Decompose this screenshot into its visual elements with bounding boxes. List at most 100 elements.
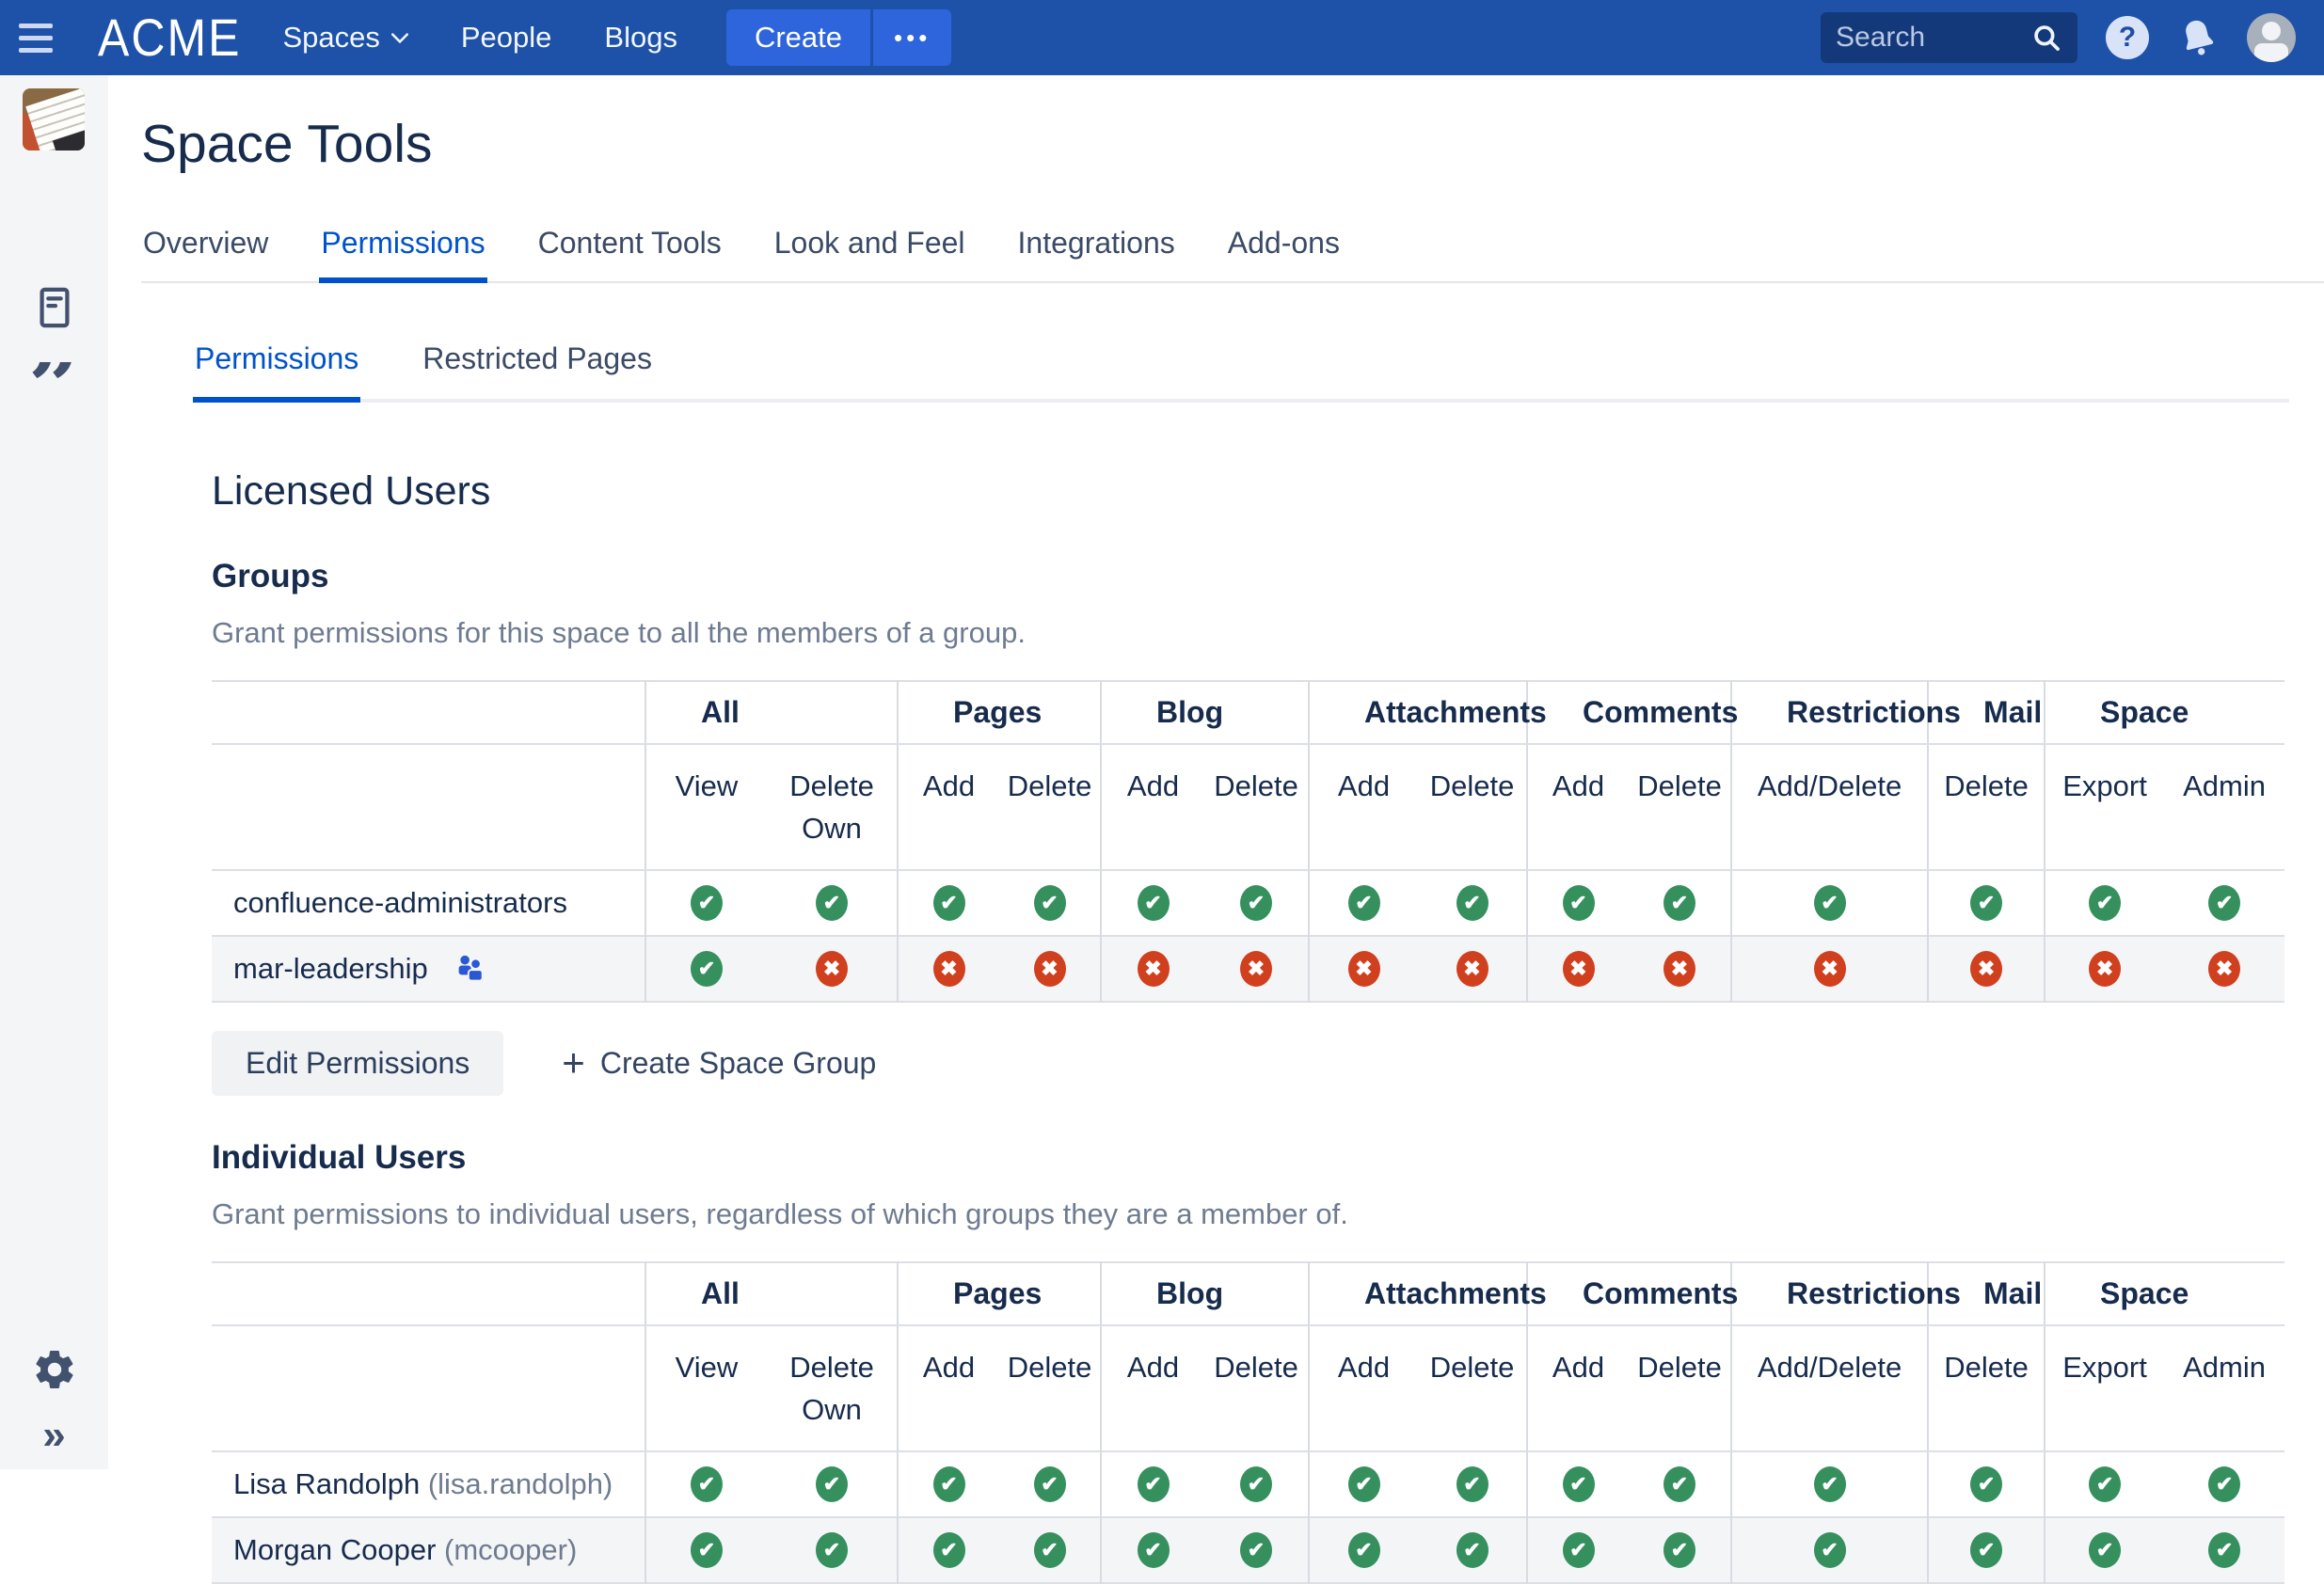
search-icon — [2030, 22, 2062, 54]
column-group-comments: Comments — [1527, 681, 1731, 744]
chevron-down-icon — [391, 33, 408, 43]
column-attachments-delete: Delete — [1418, 1325, 1527, 1451]
permission-granted-icon: ✔ — [1101, 870, 1204, 936]
subtab-restricted-pages[interactable]: Restricted Pages — [421, 338, 654, 399]
nav-links: Spaces People Blogs — [282, 21, 677, 55]
permission-granted-icon: ✔ — [1204, 870, 1309, 936]
pages-icon[interactable] — [0, 284, 108, 331]
table-row: mar-leadership✔✖✖✖✖✖✖✖✖✖✖✖✖✖ — [212, 936, 2284, 1002]
permission-granted-icon: ✔ — [999, 870, 1101, 936]
permission-granted-icon: ✔ — [1418, 1517, 1527, 1583]
column-blog-add: Add — [1101, 744, 1204, 870]
column-pages-add: Add — [898, 1325, 999, 1451]
space-logo-image[interactable] — [23, 88, 85, 150]
row-label: Morgan Cooper (mcooper) — [212, 1517, 645, 1583]
column-comments-add: Add — [1527, 1325, 1629, 1451]
column-group-attachments: Attachments — [1309, 681, 1527, 744]
permission-granted-icon: ✔ — [2164, 870, 2284, 936]
groups-permissions-table: AllPagesBlogAttachmentsCommentsRestricti… — [212, 680, 2284, 1003]
help-icon[interactable]: ? — [2106, 16, 2149, 59]
permission-granted-icon: ✔ — [999, 1451, 1101, 1517]
create-space-group-label: Create Space Group — [600, 1046, 877, 1081]
column-attachments-delete: Delete — [1418, 744, 1527, 870]
row-label: mar-leadership — [212, 936, 645, 1002]
space-settings-gear-icon[interactable] — [0, 1347, 108, 1392]
column-all-delete-own: Delete Own — [767, 1325, 898, 1451]
column-group-attachments: Attachments — [1309, 1262, 1527, 1325]
notifications-bell-icon[interactable] — [2173, 12, 2222, 62]
permission-granted-icon: ✔ — [898, 870, 999, 936]
nav-item-blogs[interactable]: Blogs — [604, 21, 677, 55]
tab-integrations[interactable]: Integrations — [1016, 213, 1177, 281]
column-space-admin: Admin — [2164, 1325, 2284, 1451]
permission-granted-icon: ✔ — [1928, 1451, 2045, 1517]
column-group-comments: Comments — [1527, 1262, 1731, 1325]
users-permissions-table: AllPagesBlogAttachmentsCommentsRestricti… — [212, 1261, 2284, 1584]
column-all-delete-own: Delete Own — [767, 744, 898, 870]
user-avatar[interactable] — [2247, 13, 2296, 62]
expand-sidebar-icon[interactable]: » — [0, 1417, 108, 1454]
permission-denied-icon: ✖ — [767, 936, 898, 1002]
permission-granted-icon: ✔ — [767, 870, 898, 936]
nav-item-people[interactable]: People — [461, 21, 552, 55]
column-blog-add: Add — [1101, 1325, 1204, 1451]
permission-denied-icon: ✖ — [1418, 936, 1527, 1002]
permission-denied-icon: ✖ — [1629, 936, 1731, 1002]
hamburger-menu-icon[interactable] — [0, 0, 72, 75]
tab-look-and-feel[interactable]: Look and Feel — [772, 213, 967, 281]
create-button[interactable]: Create — [726, 9, 870, 66]
subtab-permissions[interactable]: Permissions — [193, 338, 360, 399]
permission-granted-icon: ✔ — [1731, 1451, 1928, 1517]
individual-users-description: Grant permissions to individual users, r… — [212, 1197, 2284, 1231]
permission-denied-icon: ✖ — [1101, 936, 1204, 1002]
edit-permissions-button[interactable]: Edit Permissions — [212, 1031, 503, 1096]
column-all-view: View — [645, 744, 767, 870]
row-label-column-header — [212, 681, 645, 744]
search-box[interactable] — [1821, 12, 2077, 63]
permission-denied-icon: ✖ — [1928, 936, 2045, 1002]
tab-content-tools[interactable]: Content Tools — [536, 213, 724, 281]
row-label: Lisa Randolph (lisa.randolph) — [212, 1451, 645, 1517]
column-restrictions-add-delete: Add/Delete — [1731, 744, 1928, 870]
more-actions-button[interactable]: ••• — [870, 9, 951, 66]
column-group-space: Space — [2045, 681, 2284, 744]
column-blog-delete: Delete — [1204, 744, 1309, 870]
permission-granted-icon: ✔ — [767, 1451, 898, 1517]
permission-granted-icon: ✔ — [1309, 870, 1418, 936]
brand-logo[interactable]: ACME — [98, 8, 241, 69]
tab-overview[interactable]: Overview — [141, 213, 270, 281]
permission-denied-icon: ✖ — [1731, 936, 1928, 1002]
permission-granted-icon: ✔ — [645, 1517, 767, 1583]
row-username: (lisa.randolph) — [428, 1467, 613, 1500]
permission-granted-icon: ✔ — [1101, 1451, 1204, 1517]
column-group-all: All — [645, 681, 898, 744]
permission-granted-icon: ✔ — [1527, 1451, 1629, 1517]
space-tools-tabs: Overview Permissions Content Tools Look and… — [141, 213, 2324, 283]
groups-actions: Edit Permissions + Create Space Group — [212, 1031, 2284, 1096]
permission-granted-icon: ✔ — [1629, 1517, 1731, 1583]
create-button-group: Create ••• — [726, 9, 951, 66]
column-attachments-add: Add — [1309, 1325, 1418, 1451]
permission-granted-icon: ✔ — [1204, 1451, 1309, 1517]
permission-granted-icon: ✔ — [2164, 1451, 2284, 1517]
tab-permissions[interactable]: Permissions — [319, 213, 486, 281]
permission-granted-icon: ✔ — [645, 936, 767, 1002]
column-comments-delete: Delete — [1629, 744, 1731, 870]
column-all-view: View — [645, 1325, 767, 1451]
column-blog-delete: Delete — [1204, 1325, 1309, 1451]
search-input[interactable] — [1836, 22, 2030, 54]
permission-denied-icon: ✖ — [2164, 936, 2284, 1002]
permission-denied-icon: ✖ — [1204, 936, 1309, 1002]
quotes-icon[interactable]: ” — [0, 362, 108, 415]
nav-right-cluster: ? — [1821, 12, 2324, 63]
permission-denied-icon: ✖ — [1309, 936, 1418, 1002]
column-group-space: Space — [2045, 1262, 2284, 1325]
nav-item-spaces[interactable]: Spaces — [282, 21, 407, 55]
plus-icon: + — [562, 1048, 585, 1078]
create-space-group-link[interactable]: + Create Space Group — [562, 1046, 876, 1081]
permission-granted-icon: ✔ — [645, 1451, 767, 1517]
row-label-column-header — [212, 1262, 645, 1325]
tab-add-ons[interactable]: Add-ons — [1226, 213, 1342, 281]
column-group-blog: Blog — [1101, 1262, 1309, 1325]
table-row: Lisa Randolph (lisa.randolph)✔✔✔✔✔✔✔✔✔✔✔… — [212, 1451, 2284, 1517]
